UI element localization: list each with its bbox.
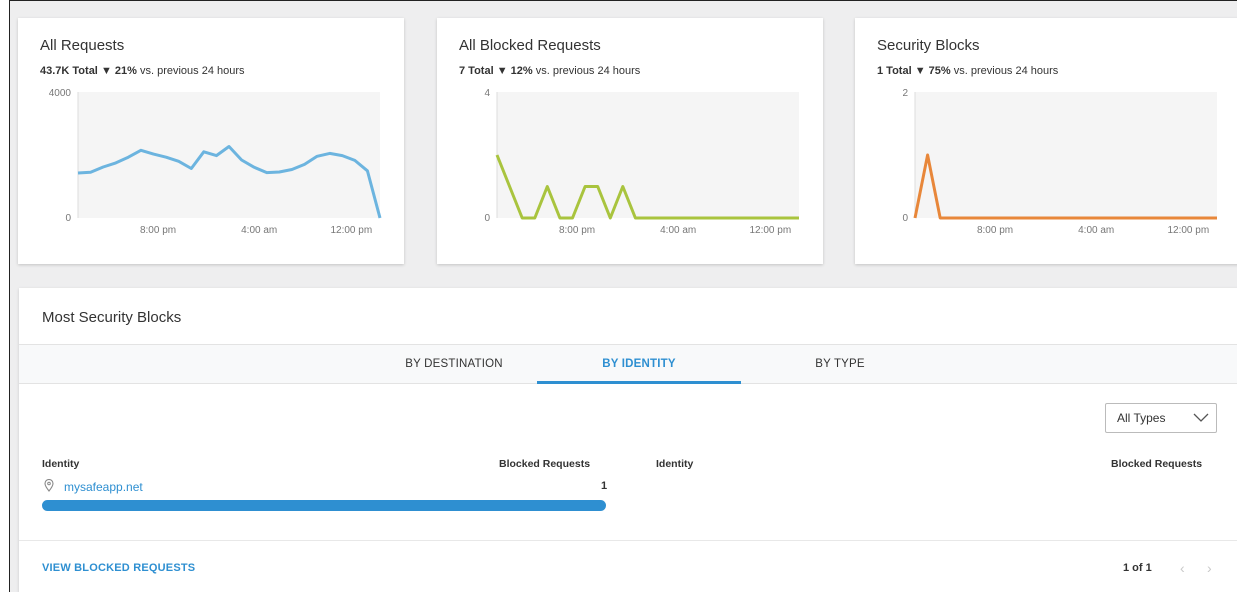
dashboard: All Requests 43.7K Total ▼ 21% vs. previ… (9, 0, 1237, 592)
column-header-identity: Identity (42, 458, 80, 470)
chevron-right-icon[interactable]: › (1207, 560, 1212, 576)
blocked-share-bar-fill (42, 500, 606, 511)
all-blocked-requests-chart: 4 0 8:00 pm 4:00 am 12:00 pm (484, 88, 799, 236)
tab-by-identity[interactable]: BY IDENTITY (537, 345, 741, 384)
x-tick-label: 4:00 am (1078, 225, 1114, 236)
all-blocked-requests-card: All Blocked Requests 7 Total ▼ 12% vs. p… (437, 18, 823, 264)
x-tick-label: 4:00 am (660, 225, 696, 236)
column-header-blocked-requests: Blocked Requests (1111, 458, 1203, 470)
y-tick-label: 0 (65, 213, 71, 224)
x-tick-label: 8:00 pm (559, 225, 595, 236)
x-tick-label: 4:00 am (241, 225, 277, 236)
all-requests-card: All Requests 43.7K Total ▼ 21% vs. previ… (18, 18, 404, 264)
tab-by-destination[interactable]: BY DESTINATION (359, 345, 549, 384)
panel-footer: VIEW BLOCKED REQUESTS 1 of 1 ‹ › (19, 540, 1237, 592)
most-security-blocks-panel: Most Security Blocks BY DESTINATION BY I… (19, 288, 1237, 592)
identity-link[interactable]: mysafeapp.net (64, 480, 143, 494)
y-tick-label: 0 (484, 213, 490, 224)
y-tick-label: 4 (484, 88, 490, 99)
plot-area (915, 92, 1217, 218)
security-blocks-chart: 2 0 8:00 pm 4:00 am 12:00 pm (902, 88, 1217, 236)
pagination-text: 1 of 1 (1123, 562, 1152, 574)
tab-bar: BY DESTINATION BY IDENTITY BY TYPE (19, 344, 1237, 384)
y-tick-label: 2 (902, 88, 908, 99)
chevron-left-icon[interactable]: ‹ (1180, 560, 1185, 576)
column-header-blocked-requests: Blocked Requests (499, 458, 591, 470)
all-requests-chart: 4000 0 8:00 pm 4:00 am 12:00 pm (49, 88, 382, 236)
y-tick-label: 4000 (49, 88, 72, 99)
x-tick-label: 8:00 pm (140, 225, 176, 236)
chevron-down-icon (1193, 413, 1209, 422)
blocked-share-bar (42, 500, 606, 511)
x-tick-label: 12:00 pm (330, 225, 372, 236)
blocked-count: 1 (601, 480, 608, 492)
location-pin-icon (44, 479, 54, 492)
x-tick-label: 8:00 pm (977, 225, 1013, 236)
view-blocked-requests-link[interactable]: VIEW BLOCKED REQUESTS (42, 562, 195, 574)
x-tick-label: 12:00 pm (749, 225, 791, 236)
y-tick-label: 0 (902, 213, 908, 224)
type-filter-value: All Types (1117, 411, 1166, 425)
type-filter-select[interactable]: All Types (1105, 403, 1217, 433)
column-header-identity: Identity (656, 458, 694, 470)
security-blocks-card: Security Blocks 1 Total ▼ 75% vs. previo… (855, 18, 1237, 264)
x-tick-label: 12:00 pm (1167, 225, 1209, 236)
panel-title: Most Security Blocks (42, 309, 182, 326)
tab-by-type[interactable]: BY TYPE (745, 345, 935, 384)
